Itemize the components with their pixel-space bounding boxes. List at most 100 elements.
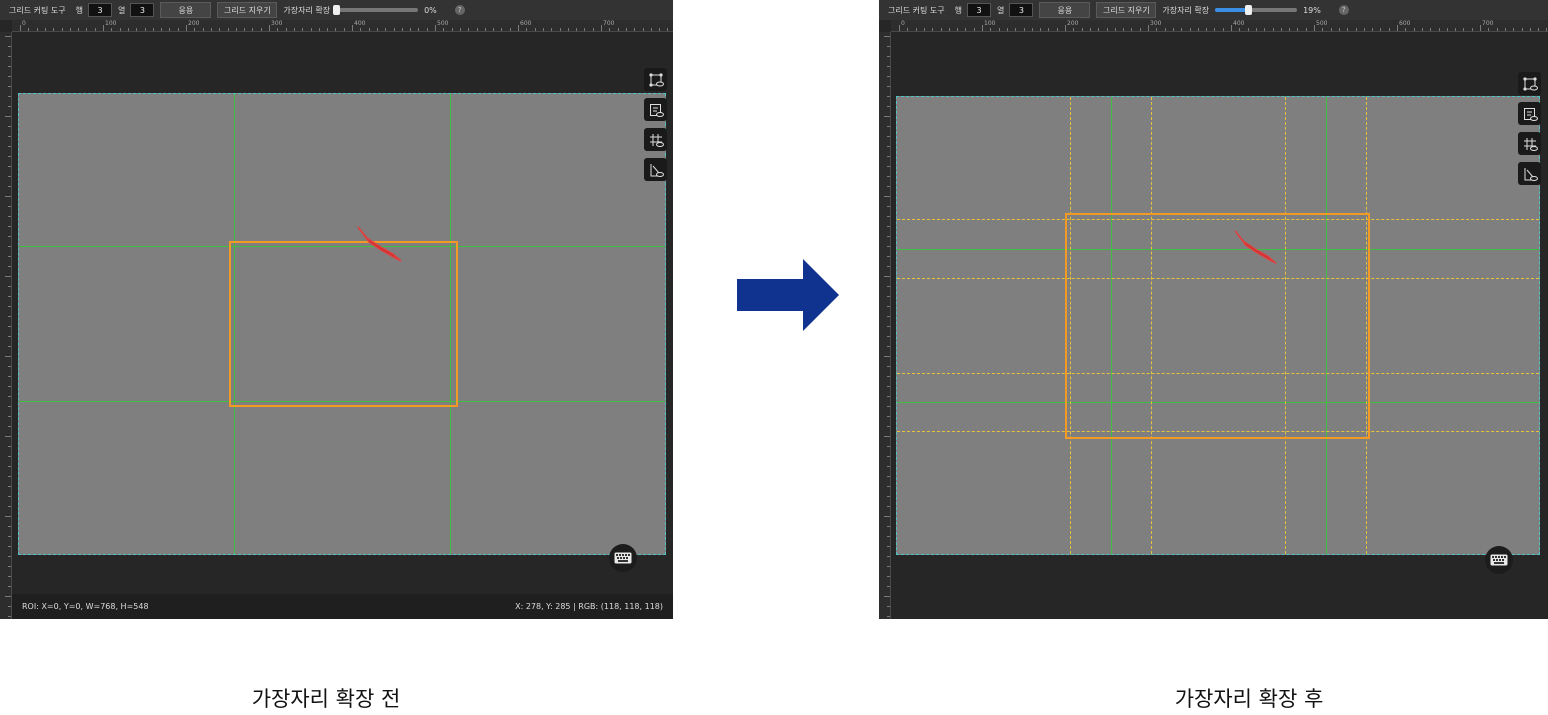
ruler-tick-minor	[1338, 28, 1340, 31]
ruler-tick	[5, 36, 11, 37]
ruler-tick-minor	[368, 28, 370, 31]
grid-view-icon[interactable]	[1518, 132, 1541, 155]
ruler-tick-minor	[1023, 28, 1025, 31]
ruler-tick	[8, 46, 11, 47]
margin-slider[interactable]	[1215, 5, 1298, 15]
ruler-tick-label: 0	[22, 20, 26, 27]
ruler-tick-minor	[617, 28, 619, 31]
keyboard-icon[interactable]	[609, 544, 637, 572]
ruler-tick	[8, 206, 11, 207]
ruler-tick-minor	[53, 28, 55, 31]
ruler-tick-minor	[1538, 28, 1540, 31]
ruler-tick-minor	[1081, 28, 1083, 31]
clear-grid-button[interactable]: 그리드 지우기	[1096, 2, 1157, 18]
grid-view-icon[interactable]	[644, 128, 667, 151]
ruler-tick-minor	[659, 28, 661, 31]
ruler-left	[879, 32, 891, 619]
edit-view-icon[interactable]	[644, 158, 667, 181]
ruler-tick	[884, 116, 890, 117]
ruler-tick	[887, 376, 890, 377]
ruler-tick	[887, 336, 890, 337]
ruler-tick-minor	[310, 28, 312, 31]
ruler-tick	[884, 36, 890, 37]
ruler-tick	[8, 96, 11, 97]
ruler-tick	[8, 556, 11, 557]
ruler-tick-minor	[493, 28, 495, 31]
margin-slider-thumb[interactable]	[333, 5, 341, 15]
ruler-tick	[887, 286, 890, 287]
ruler-tick	[887, 46, 890, 47]
ruler-tick-minor	[584, 28, 586, 31]
ruler-tick-minor	[973, 28, 975, 31]
ruler-tick-minor	[94, 28, 96, 31]
ruler-tick	[1148, 25, 1149, 31]
rows-input[interactable]: 3	[87, 3, 112, 17]
ruler-tick-minor	[1355, 28, 1357, 31]
ruler-tick	[8, 486, 11, 487]
ruler-tick-minor	[1206, 28, 1208, 31]
ruler-tick	[887, 126, 890, 127]
ruler-tick-minor	[650, 28, 652, 31]
ruler-tick	[8, 316, 11, 317]
ruler-tick	[887, 186, 890, 187]
ruler-tick-minor	[526, 28, 528, 31]
toolbar: 그리드 커팅 도구 행 3 열 3 응용 그리드 지우기 가장자리 확장 19%…	[879, 0, 1548, 20]
transition-arrow-icon	[737, 259, 839, 331]
ruler-tick-minor	[1322, 28, 1324, 31]
apply-button[interactable]: 응용	[1039, 2, 1091, 18]
ruler-tick-minor	[1239, 28, 1241, 31]
image-canvas[interactable]	[18, 93, 666, 555]
ruler-tick-minor	[219, 28, 221, 31]
clear-grid-button[interactable]: 그리드 지우기	[217, 2, 278, 18]
ruler-tick	[887, 486, 890, 487]
ruler-tick-minor	[1289, 28, 1291, 31]
keyboard-icon[interactable]	[1485, 546, 1513, 574]
ruler-tick-minor	[1048, 28, 1050, 31]
defect-mark	[1234, 230, 1277, 264]
roi-box[interactable]	[1065, 213, 1370, 439]
image-canvas[interactable]	[896, 96, 1540, 555]
edit-view-icon[interactable]	[1518, 162, 1541, 185]
ruler-tick	[887, 556, 890, 557]
ruler-tick-minor	[69, 28, 71, 31]
roi-view-icon[interactable]	[1518, 72, 1541, 95]
ruler-tick	[887, 226, 890, 227]
ruler-tick	[887, 96, 890, 97]
ruler-tick	[8, 586, 11, 587]
roi-box[interactable]	[229, 241, 458, 407]
ruler-tick-label: 600	[1399, 20, 1411, 27]
ruler-tick	[887, 206, 890, 207]
ruler-tick-minor	[592, 28, 594, 31]
ruler-tick	[887, 166, 890, 167]
ruler-tick	[887, 546, 890, 547]
ruler-tick	[8, 336, 11, 337]
ruler-tick-minor	[1471, 28, 1473, 31]
ruler-tick-minor	[1305, 28, 1307, 31]
ruler-tick-minor	[119, 28, 121, 31]
report-icon[interactable]	[644, 98, 667, 121]
ruler-tick-minor	[1015, 28, 1017, 31]
help-icon[interactable]: ?	[454, 5, 465, 15]
margin-value: 0%	[424, 5, 437, 15]
ruler-tick	[887, 386, 890, 387]
ruler-tick-minor	[293, 28, 295, 31]
roi-view-icon[interactable]	[644, 68, 667, 91]
ruler-tick	[601, 25, 602, 31]
cols-input[interactable]: 3	[1009, 3, 1034, 17]
cols-input[interactable]: 3	[130, 3, 155, 17]
report-icon[interactable]	[1518, 102, 1541, 125]
margin-slider[interactable]	[333, 5, 419, 15]
ruler-tick	[8, 536, 11, 537]
ruler-tick	[887, 586, 890, 587]
ruler-tick	[8, 496, 11, 497]
rows-input[interactable]: 3	[966, 3, 991, 17]
apply-button[interactable]: 응용	[160, 2, 212, 18]
ruler-tick	[8, 66, 11, 67]
ruler-tick-minor	[957, 28, 959, 31]
ruler-tick-minor	[932, 28, 934, 31]
help-icon[interactable]: ?	[1338, 5, 1349, 15]
margin-slider-thumb[interactable]	[1244, 5, 1252, 15]
ruler-tick-minor	[1513, 28, 1515, 31]
ruler-tick-minor	[202, 28, 204, 31]
ruler-tick-minor	[642, 28, 644, 31]
